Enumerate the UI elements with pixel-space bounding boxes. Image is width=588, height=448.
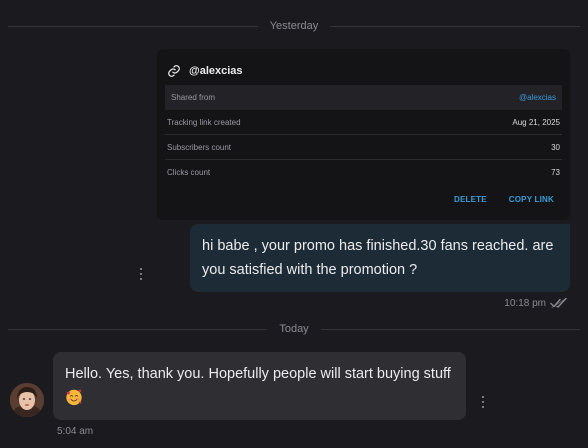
message-time: 10:18 pm bbox=[504, 297, 546, 309]
outgoing-message-bubble[interactable]: hi babe , your promo has finished.30 fan… bbox=[190, 224, 570, 292]
row-value: 30 bbox=[551, 142, 560, 152]
tracking-link-card: @alexcias Shared from @alexcias Tracking… bbox=[157, 49, 570, 220]
avatar[interactable] bbox=[10, 383, 44, 417]
double-check-icon bbox=[550, 297, 567, 308]
row-subscribers-count: Subscribers count 30 bbox=[165, 135, 562, 160]
row-label: Subscribers count bbox=[167, 142, 232, 152]
incoming-message-time: 5:04 am bbox=[57, 426, 94, 437]
date-divider-label: Yesterday bbox=[269, 20, 319, 32]
divider-line bbox=[330, 25, 580, 27]
incoming-message-bubble[interactable]: Hello. Yes, thank you. Hopefully people … bbox=[53, 352, 466, 420]
row-label: Shared from bbox=[171, 93, 216, 102]
row-value: Aug 21, 2025 bbox=[512, 117, 560, 127]
card-header: @alexcias bbox=[167, 63, 243, 79]
dot bbox=[482, 401, 484, 403]
dot bbox=[140, 273, 142, 275]
divider-line bbox=[8, 25, 258, 27]
row-label: Clicks count bbox=[167, 168, 211, 177]
date-divider-label: Today bbox=[279, 323, 309, 335]
copy-link-button[interactable]: COPY LINK bbox=[509, 195, 554, 204]
date-divider-today: Today bbox=[8, 322, 581, 336]
message-options-button[interactable] bbox=[478, 394, 488, 410]
row-shared-from: Shared from @alexcias bbox=[165, 85, 562, 110]
message-text: Hello. Yes, thank you. Hopefully people … bbox=[65, 366, 451, 382]
smiling-face-with-hearts-icon bbox=[66, 389, 82, 406]
card-handle: @alexcias bbox=[189, 65, 243, 77]
message-options-button[interactable] bbox=[136, 266, 146, 282]
message-text: hi babe , your promo has finished.30 fan… bbox=[202, 238, 554, 278]
dot bbox=[140, 278, 142, 280]
shared-from-link[interactable]: @alexcias bbox=[519, 93, 556, 102]
row-tracking-link-created: Tracking link created Aug 21, 2025 bbox=[165, 110, 562, 135]
link-icon bbox=[168, 65, 180, 77]
dot bbox=[140, 268, 142, 270]
avatar-image bbox=[10, 383, 44, 417]
dot bbox=[482, 396, 484, 398]
divider-line bbox=[8, 328, 268, 330]
date-divider-yesterday: Yesterday bbox=[8, 19, 580, 33]
row-label: Tracking link created bbox=[167, 117, 241, 127]
delete-button[interactable]: DELETE bbox=[454, 195, 487, 204]
row-clicks-count: Clicks count 73 bbox=[165, 160, 562, 185]
outgoing-message-meta: 10:18 pm bbox=[504, 296, 568, 310]
dot bbox=[482, 406, 484, 408]
divider-line bbox=[320, 328, 581, 330]
card-actions: DELETE COPY LINK bbox=[454, 195, 554, 204]
row-value: 73 bbox=[551, 168, 560, 177]
